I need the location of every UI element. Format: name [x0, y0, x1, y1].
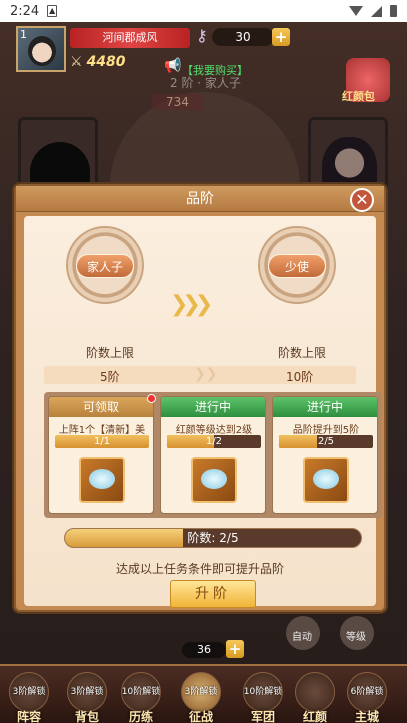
task-card-2[interactable]: 进行中 红颜等级达到2级 1/2 [160, 396, 266, 514]
task-status: 可领取 [49, 397, 153, 417]
mirror-icon [201, 469, 227, 489]
notification-dot [147, 394, 156, 403]
task-card-1[interactable]: 可领取 上阵1个【清新】美 1/1 [48, 394, 156, 514]
nav-label: 主城 [354, 710, 379, 723]
nav-campaign[interactable]: 3阶解锁 征战 [178, 672, 224, 723]
unlock-requirement: 3阶解锁 [12, 687, 46, 697]
task-progress-bar: 1/2 [167, 435, 261, 448]
cap-label-current: 阶数上限 [86, 346, 135, 360]
task-progress-bar: 1/1 [55, 435, 149, 448]
close-button[interactable]: ✕ [350, 188, 374, 212]
announcement-icon: 📢 [164, 58, 182, 74]
current-rank-emblem: 家人子 [66, 226, 144, 304]
status-bar: 2:24 ▲ [0, 0, 407, 22]
task-description: 品阶提升到5阶 [292, 425, 360, 436]
gift-pack-label[interactable]: 红颜包 [342, 88, 375, 104]
nav-bag[interactable]: 3阶解锁 背包 [64, 672, 110, 723]
player-name: 河间郡成风 [70, 28, 190, 48]
rank-modal: 品阶 ✕ 家人子 ❯❯❯ 少使 阶数上限 阶数上限 5阶 ❯❯ 10阶 可领取 … [14, 184, 386, 612]
reward-item-icon[interactable] [191, 457, 237, 503]
nav-label: 征战 [188, 710, 213, 723]
nav-label: 阵容 [16, 710, 41, 723]
task-card-3[interactable]: 进行中 品阶提升到5阶 2/5 [272, 396, 378, 514]
wifi-icon [349, 6, 363, 16]
unlock-requirement: 6阶解锁 [350, 687, 384, 697]
nav-training[interactable]: 10阶解锁 历练 [118, 672, 164, 723]
background-rank-text: 2 阶 · 家人子 [170, 76, 241, 90]
image-notification-icon: ▲ [47, 5, 58, 17]
reward-item-icon[interactable] [79, 457, 125, 503]
status-icons [349, 5, 397, 17]
player-avatar[interactable]: 1 [16, 26, 66, 72]
cap-label-next: 阶数上限 [278, 346, 327, 360]
nav-main-city[interactable]: 6阶解锁 主城 [344, 672, 390, 723]
bottom-currency: 36 [182, 642, 226, 658]
add-currency-button[interactable]: + [272, 28, 290, 46]
background-power-text: 734 [152, 94, 203, 110]
next-rank-name: 少使 [268, 254, 326, 278]
battery-icon [390, 5, 397, 17]
reward-item-icon[interactable] [303, 457, 349, 503]
unlock-requirement: 3阶解锁 [184, 687, 218, 697]
player-level: 1 [20, 28, 27, 41]
auto-label: 自动 [292, 632, 312, 643]
nav-label: 军团 [250, 710, 275, 723]
nav-legion[interactable]: 10阶解锁 军团 [240, 672, 286, 723]
currency-display: 30 [212, 28, 274, 46]
task-list: 可领取 上阵1个【清新】美 1/1 进行中 红颜等级达到2级 1/2 进行中 品… [44, 392, 382, 518]
key-icon: ⚷ [196, 26, 208, 45]
modal-content: 家人子 ❯❯❯ 少使 阶数上限 阶数上限 5阶 ❯❯ 10阶 可领取 上阵1个【… [24, 216, 382, 608]
combat-power: ⚔ 4480 [70, 52, 126, 72]
level-label: 等级 [346, 632, 366, 643]
mirror-icon [89, 469, 115, 489]
cap-value-current: 5阶 [100, 370, 120, 384]
task-description: 红颜等级达到2级 [175, 425, 253, 436]
nav-beauty[interactable]: 红颜 [292, 672, 338, 723]
task-status: 进行中 [161, 397, 265, 417]
task-description: 上阵1个【清新】美 [58, 425, 146, 436]
stage-progress-text: 阶数: 2/5 [187, 531, 239, 545]
task-progress-bar: 2/5 [279, 435, 373, 448]
upgrade-arrows-icon: ❯❯❯ [170, 292, 213, 317]
cap-divider-icon: ❯❯ [194, 366, 218, 382]
mirror-icon [313, 469, 339, 489]
status-time: 2:24 [10, 3, 40, 19]
avatar-face [28, 36, 56, 66]
combat-power-value: 4480 [86, 54, 126, 70]
cellular-signal-icon [371, 5, 382, 17]
nav-lineup[interactable]: 3阶解锁 阵容 [6, 672, 52, 723]
next-rank-emblem: 少使 [258, 226, 336, 304]
task-progress-text: 1/1 [93, 436, 111, 447]
task-progress-text: 1/2 [205, 436, 223, 447]
bottom-nav: 3阶解锁 阵容 3阶解锁 背包 10阶解锁 历练 3阶解锁 征战 10阶解锁 军… [0, 664, 407, 723]
upgrade-hint: 达成以上任务条件即可提升品阶 [115, 562, 284, 576]
cap-value-next: 10阶 [286, 370, 314, 384]
unlock-requirement: 10阶解锁 [121, 687, 161, 697]
unlock-requirement: 10阶解锁 [243, 687, 283, 697]
nav-label: 历练 [128, 710, 153, 723]
beauty-icon [295, 672, 335, 712]
task-status: 进行中 [273, 397, 377, 417]
upgrade-rank-button[interactable]: 升阶 [170, 580, 256, 608]
unlock-requirement: 3阶解锁 [70, 687, 104, 697]
add-bottom-currency-button[interactable]: + [226, 640, 244, 658]
crossed-swords-icon: ⚔ [70, 54, 83, 70]
nav-label: 背包 [74, 710, 99, 723]
stage-progress-bar: 阶数: 2/5 [64, 528, 362, 548]
modal-title: 品阶 [16, 186, 384, 212]
nav-label: 红颜 [302, 710, 327, 723]
task-progress-text: 2/5 [317, 436, 335, 447]
current-rank-name: 家人子 [76, 254, 134, 278]
